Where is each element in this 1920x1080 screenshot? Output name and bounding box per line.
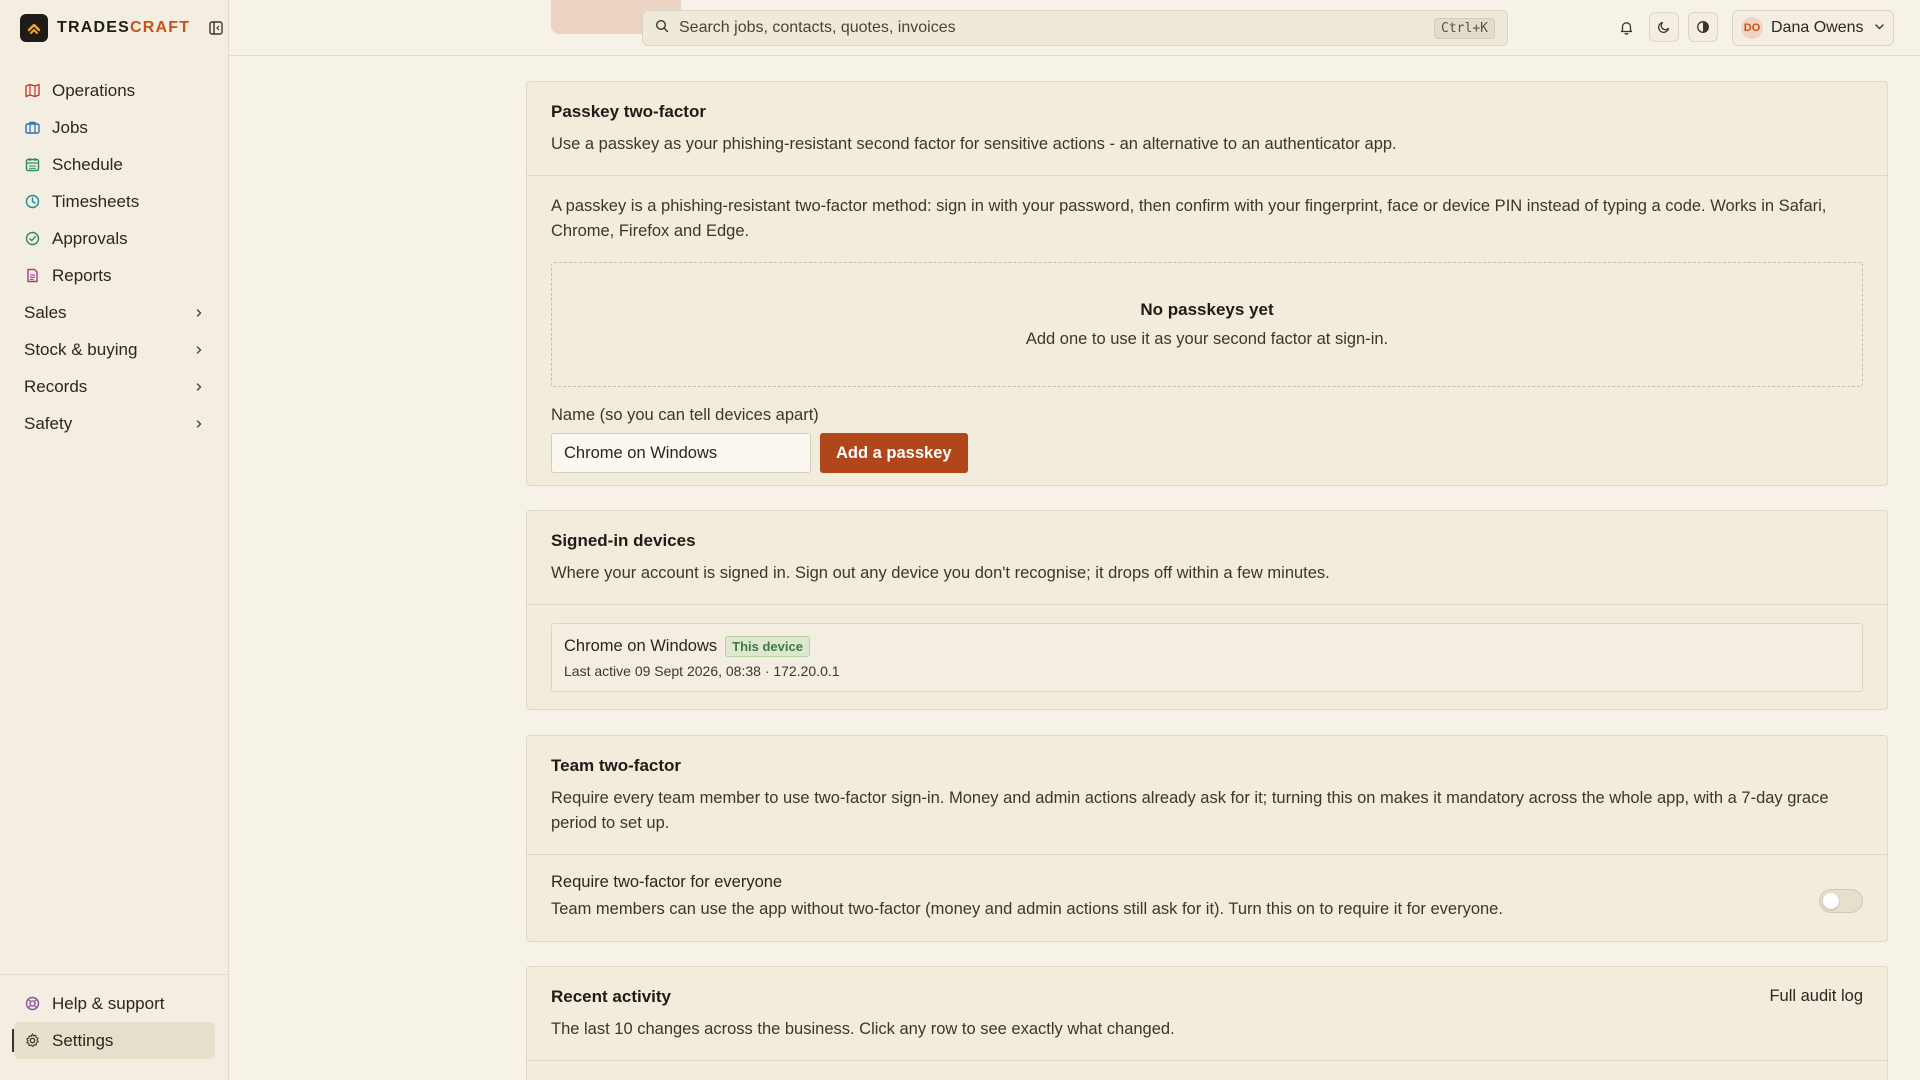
passkey-form-row: Add a passkey xyxy=(551,433,1863,473)
search-icon xyxy=(655,19,669,38)
sidebar-group-label: Stock & buying xyxy=(24,339,138,359)
search-shortcut: Ctrl+K xyxy=(1434,17,1495,39)
sidebar-group-sales[interactable]: Sales xyxy=(14,294,216,331)
sidebar-nav: Operations Jobs Schedule Timesheets Appr… xyxy=(14,72,216,442)
sidebar: TRADESCRAFT Operations Jobs Schedule Tim… xyxy=(0,0,229,1080)
empty-state-subtitle: Add one to use it as your second factor … xyxy=(1025,330,1389,348)
sidebar-group-label: Sales xyxy=(24,302,67,322)
team-two-factor-card: Team two-factor Require every team membe… xyxy=(526,735,1888,942)
sidebar-group-safety[interactable]: Safety xyxy=(14,405,216,442)
card-title: Signed-in devices xyxy=(551,531,696,550)
check-circle-icon xyxy=(24,231,40,247)
avatar: DO xyxy=(1741,17,1763,39)
card-description: Use a passkey as your phishing-resistant… xyxy=(551,135,1397,153)
file-text-icon xyxy=(24,268,40,284)
sidebar-item-approvals[interactable]: Approvals xyxy=(14,220,216,257)
clock-icon xyxy=(24,194,40,210)
card-title: Team two-factor xyxy=(551,756,682,775)
chevron-right-icon xyxy=(194,414,204,434)
user-name: Dana Owens xyxy=(1771,19,1864,36)
sidebar-item-settings[interactable]: Settings xyxy=(12,1022,215,1059)
chevron-right-icon xyxy=(194,303,204,323)
moon-icon[interactable] xyxy=(1649,12,1679,42)
bell-icon[interactable] xyxy=(1611,12,1641,42)
sidebar-item-label: Schedule xyxy=(52,154,123,174)
activity-card-header: Recent activity The last 10 changes acro… xyxy=(527,967,1887,1061)
sidebar-item-label: Operations xyxy=(52,80,136,100)
sidebar-item-jobs[interactable]: Jobs xyxy=(14,109,216,146)
calendar-icon xyxy=(24,157,40,173)
chevron-right-icon xyxy=(194,340,204,360)
passkey-explainer: A passkey is a phishing-resistant two-fa… xyxy=(551,197,1827,240)
life-buoy-icon xyxy=(24,996,40,1012)
setting-description: Team members can use the app without two… xyxy=(551,900,1503,918)
status-badge: This device xyxy=(725,636,810,657)
devices-card-header: Signed-in devices Where your account is … xyxy=(527,511,1887,605)
sidebar-group-label: Safety xyxy=(24,413,73,433)
contrast-icon[interactable] xyxy=(1688,12,1718,42)
passkey-empty-state: No passkeys yet Add one to use it as you… xyxy=(551,262,1863,387)
gear-icon xyxy=(24,1033,40,1049)
chevron-down-icon xyxy=(1874,19,1885,37)
sidebar-item-reports[interactable]: Reports xyxy=(14,257,216,294)
team2fa-card-header: Team two-factor Require every team membe… xyxy=(527,736,1887,855)
recent-activity-card: Recent activity The last 10 changes acro… xyxy=(526,966,1888,1080)
brand-name: TRADESCRAFT xyxy=(57,19,191,36)
signed-in-devices-card: Signed-in devices Where your account is … xyxy=(526,510,1888,710)
sidebar-item-operations[interactable]: Operations xyxy=(14,72,216,109)
device-meta: Last active 09 Sept 2026, 08:38 · 172.20… xyxy=(564,663,840,679)
map-icon xyxy=(24,83,40,99)
card-title: Passkey two-factor xyxy=(551,102,706,121)
sidebar-item-label: Help & support xyxy=(52,993,165,1013)
user-menu-button[interactable]: DO Dana Owens xyxy=(1732,10,1894,46)
sidebar-item-help-support[interactable]: Help & support xyxy=(14,985,215,1022)
require-2fa-toggle[interactable] xyxy=(1819,889,1863,913)
sidebar-group-label: Records xyxy=(24,376,88,396)
sidebar-footer: Help & support Settings xyxy=(0,974,229,1069)
passkey-card: Passkey two-factor Use a passkey as your… xyxy=(526,81,1888,486)
device-name: Chrome on Windows xyxy=(564,637,718,655)
top-bar: Search jobs, contacts, quotes, invoices … xyxy=(229,0,1920,56)
passkey-card-header: Passkey two-factor Use a passkey as your… xyxy=(527,82,1887,176)
devices-card-body: Chrome on Windows This device Last activ… xyxy=(527,605,1887,712)
sidebar-group-stock-buying[interactable]: Stock & buying xyxy=(14,331,216,368)
device-name-row: Chrome on Windows This device xyxy=(564,636,1850,657)
sidebar-item-label: Jobs xyxy=(52,117,88,137)
setting-title: Require two-factor for everyone xyxy=(551,873,783,891)
toggle-knob xyxy=(1823,893,1839,909)
passkey-card-body: A passkey is a phishing-resistant two-fa… xyxy=(527,176,1887,493)
card-description: The last 10 changes across the business.… xyxy=(551,1020,1175,1038)
sidebar-item-label: Settings xyxy=(52,1030,114,1050)
sidebar-item-label: Approvals xyxy=(52,228,128,248)
sidebar-item-timesheets[interactable]: Timesheets xyxy=(14,183,216,220)
chevron-right-icon xyxy=(194,377,204,397)
sidebar-item-label: Timesheets xyxy=(52,191,140,211)
full-audit-log-link[interactable]: Full audit log xyxy=(1769,987,1863,1006)
sidebar-collapse-icon[interactable] xyxy=(209,21,223,35)
sidebar-item-schedule[interactable]: Schedule xyxy=(14,146,216,183)
search-input[interactable]: Search jobs, contacts, quotes, invoices … xyxy=(642,10,1508,46)
card-description: Where your account is signed in. Sign ou… xyxy=(551,564,1330,582)
briefcase-icon xyxy=(24,120,40,136)
sidebar-item-label: Reports xyxy=(52,265,112,285)
empty-state-title: No passkeys yet xyxy=(1140,300,1274,319)
passkey-name-field[interactable] xyxy=(551,433,811,473)
search-placeholder: Search jobs, contacts, quotes, invoices xyxy=(679,19,956,36)
card-title: Recent activity xyxy=(551,987,671,1006)
team2fa-card-body: Require two-factor for everyone Team mem… xyxy=(527,855,1887,939)
chevron-up-icon xyxy=(20,14,48,42)
passkey-name-label: Name (so you can tell devices apart) xyxy=(551,406,819,424)
sidebar-group-records[interactable]: Records xyxy=(14,368,216,405)
brand[interactable]: TRADESCRAFT xyxy=(20,14,223,42)
card-description: Require every team member to use two-fac… xyxy=(551,789,1829,832)
device-row[interactable]: Chrome on Windows This device Last activ… xyxy=(551,623,1863,692)
add-passkey-button[interactable]: Add a passkey xyxy=(820,433,968,473)
